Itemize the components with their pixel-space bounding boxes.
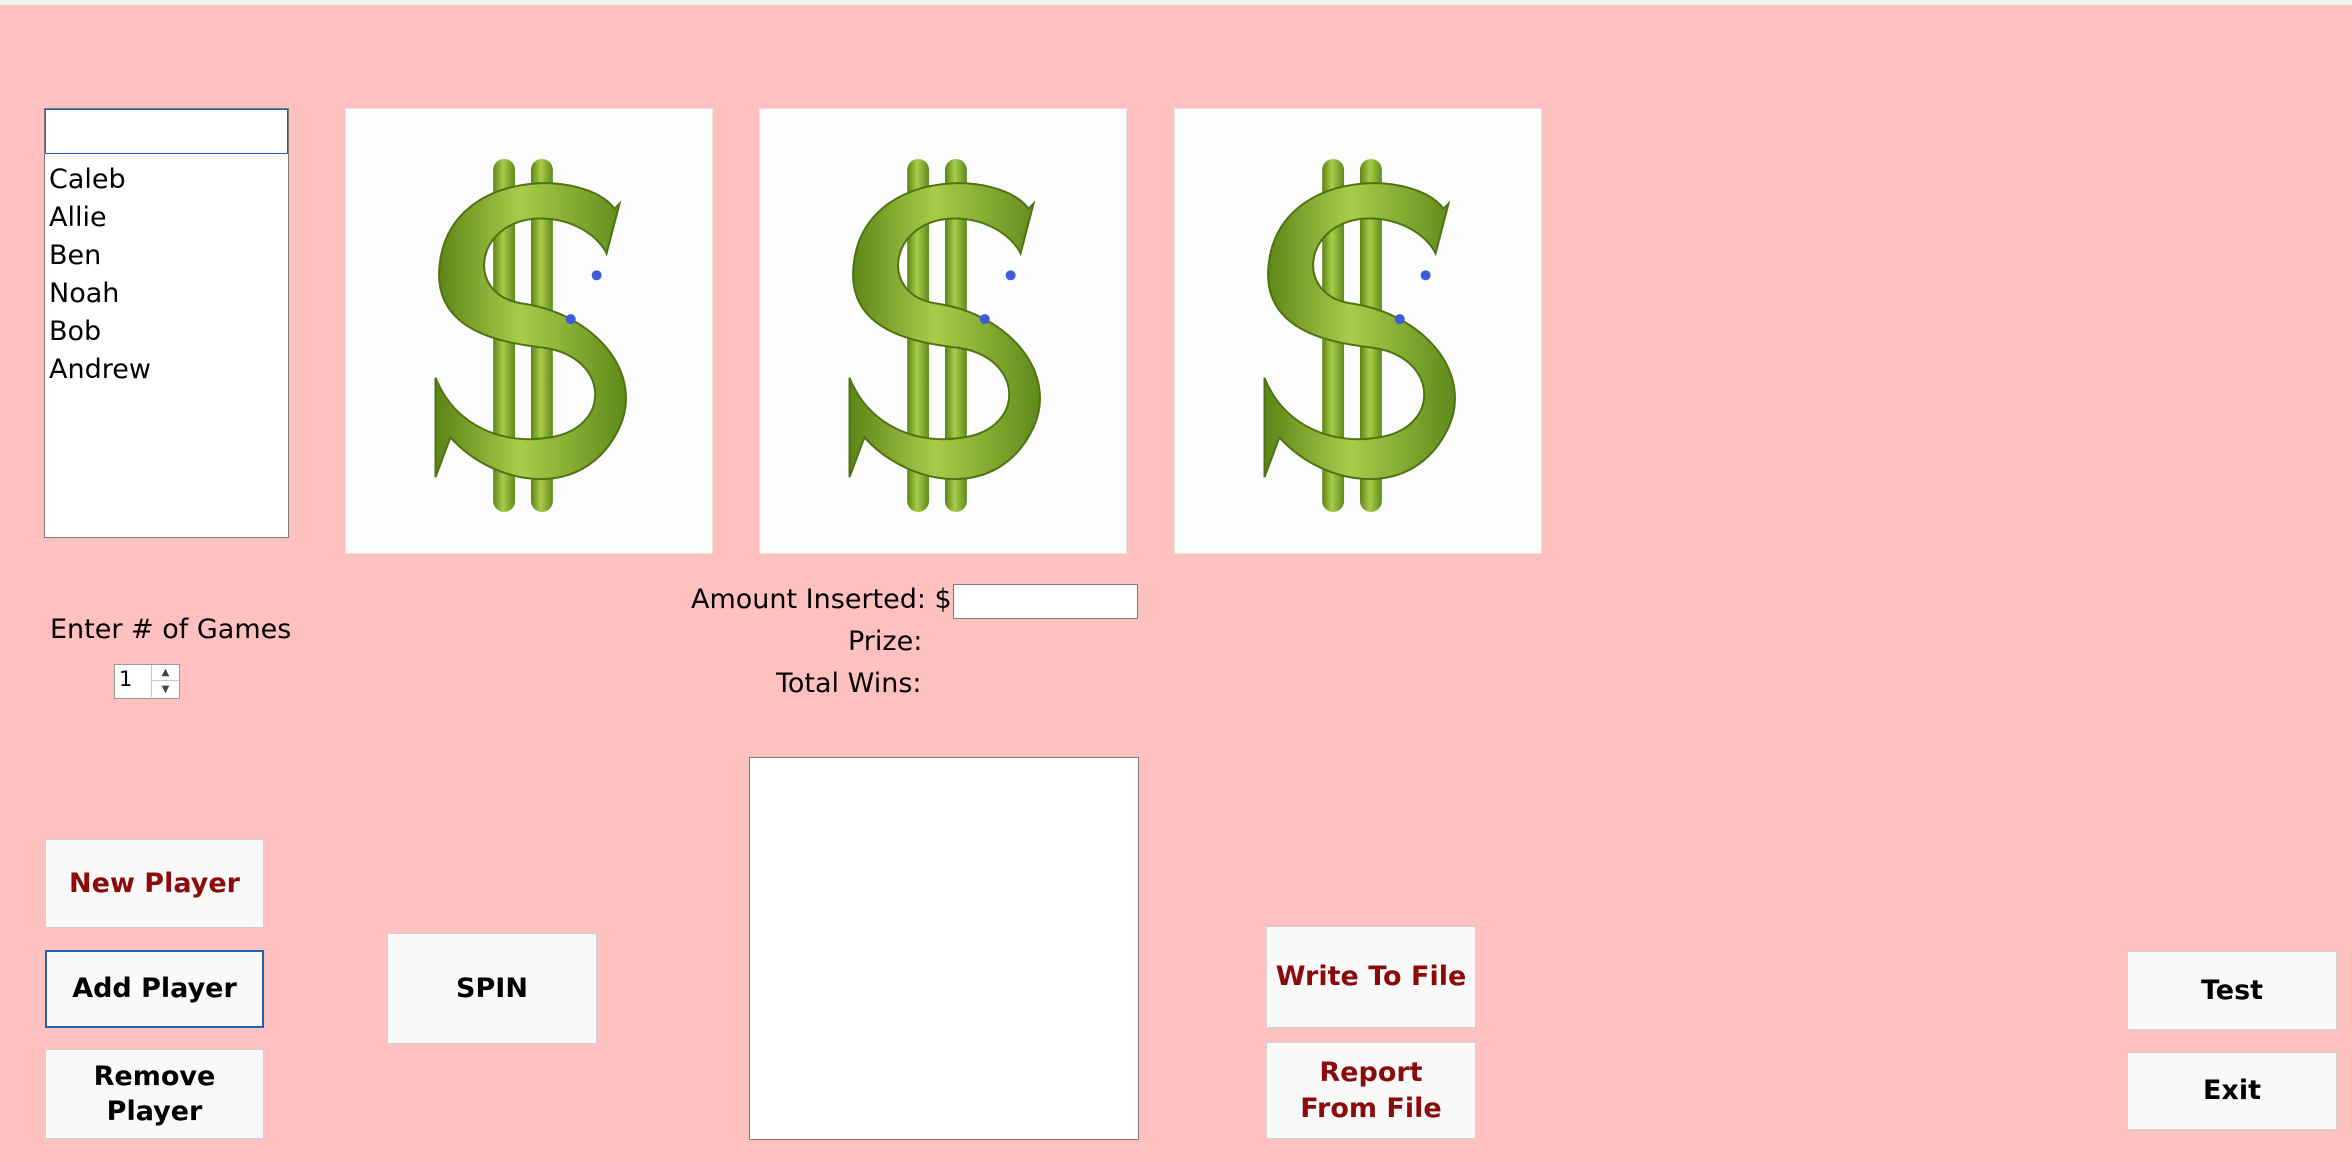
spin-button[interactable]: SPIN xyxy=(387,933,597,1044)
player-name-input[interactable] xyxy=(45,109,288,154)
slot-reel-1 xyxy=(345,108,713,554)
games-stepper[interactable]: 1 ▲ ▼ xyxy=(114,664,180,699)
list-item-player[interactable]: Noah xyxy=(49,275,151,313)
player-list: Caleb Allie Ben Noah Bob Andrew xyxy=(49,161,151,389)
amount-inserted-field[interactable] xyxy=(953,584,1138,619)
list-item-player[interactable]: Bob xyxy=(49,313,151,351)
player-listbox[interactable]: Caleb Allie Ben Noah Bob Andrew xyxy=(44,108,289,538)
list-item-player[interactable]: Andrew xyxy=(49,351,151,389)
chevron-down-icon[interactable]: ▼ xyxy=(151,681,179,697)
total-wins-label: Total Wins: xyxy=(776,668,922,699)
list-item-player[interactable]: Ben xyxy=(49,237,151,275)
title-bar-edge xyxy=(0,0,2352,5)
prize-label: Prize: xyxy=(848,626,923,657)
write-to-file-button[interactable]: Write To File xyxy=(1266,926,1476,1028)
exit-button[interactable]: Exit xyxy=(2127,1052,2337,1130)
chevron-up-icon[interactable]: ▲ xyxy=(151,665,179,681)
dollar-sign-icon xyxy=(434,158,627,513)
amount-inserted-label: Amount Inserted: $ xyxy=(691,584,952,615)
slot-reel-3 xyxy=(1174,108,1542,554)
add-player-button[interactable]: Add Player xyxy=(45,950,264,1028)
report-from-file-button[interactable]: Report From File xyxy=(1266,1042,1476,1139)
dollar-sign-icon xyxy=(848,158,1041,513)
results-listbox[interactable] xyxy=(749,757,1139,1140)
slot-reel-2 xyxy=(759,108,1127,554)
new-player-button[interactable]: New Player xyxy=(45,839,264,928)
games-label: Enter # of Games xyxy=(50,614,292,645)
list-item-player[interactable]: Allie xyxy=(49,199,151,237)
remove-player-button[interactable]: Remove Player xyxy=(45,1049,264,1139)
test-button[interactable]: Test xyxy=(2127,951,2337,1030)
games-value: 1 xyxy=(119,667,133,691)
list-item-player[interactable]: Caleb xyxy=(49,161,151,199)
dollar-sign-icon xyxy=(1263,158,1456,513)
